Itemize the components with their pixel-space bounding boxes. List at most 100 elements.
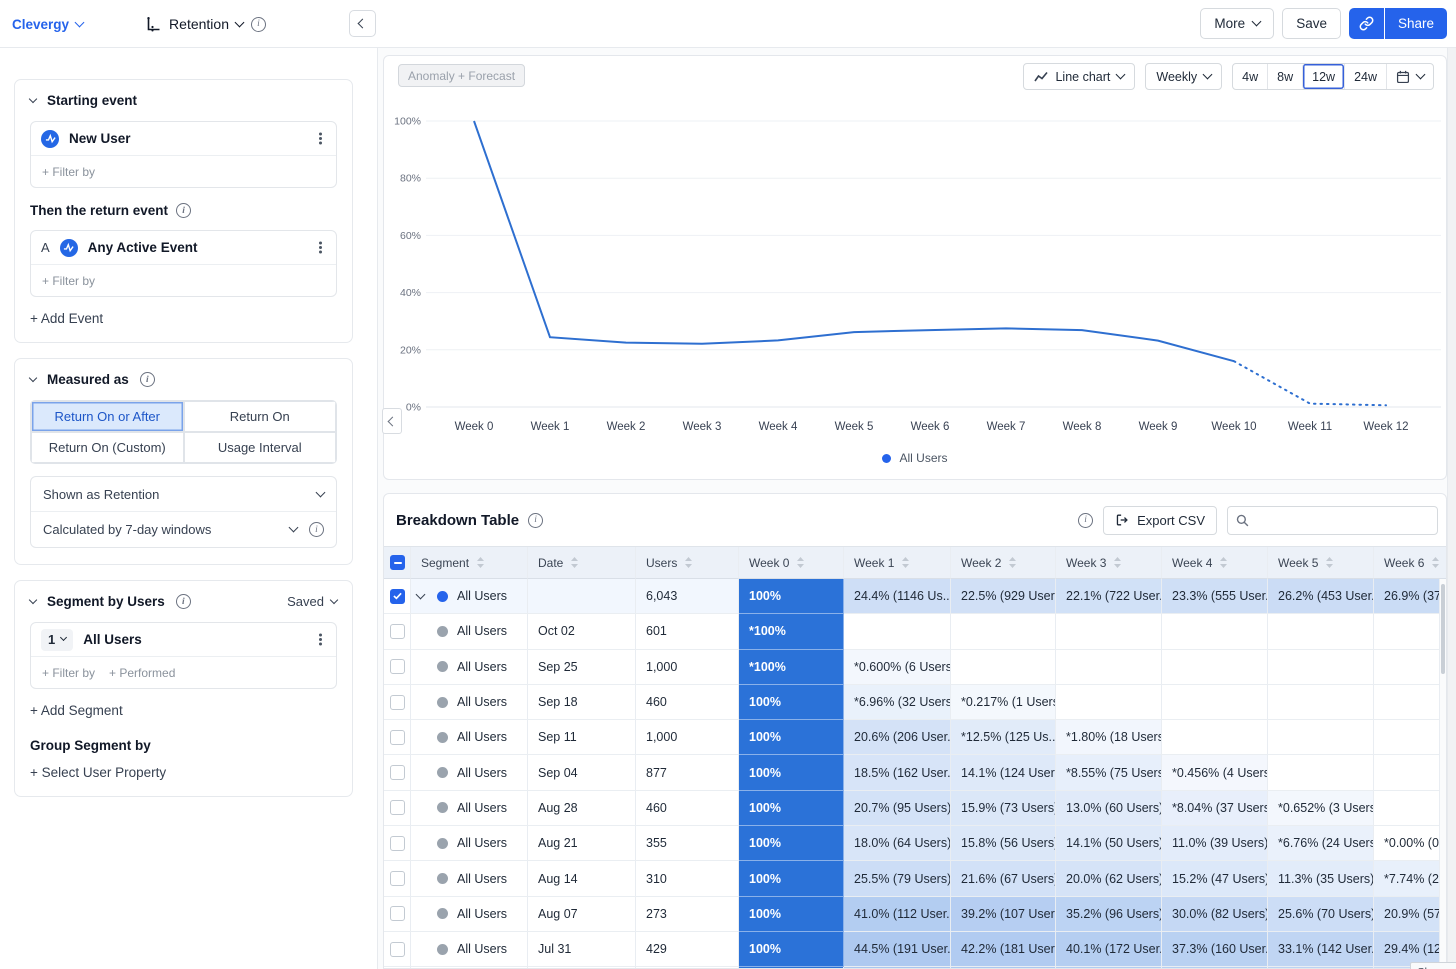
week-3-cell — [1056, 650, 1162, 685]
column-header-week-1[interactable]: Week 1 — [844, 547, 951, 579]
kebab-menu-icon[interactable] — [319, 137, 322, 140]
report-title[interactable]: Retention — [145, 16, 243, 33]
sidebar-collapse-button[interactable] — [349, 10, 376, 37]
measured-as-header[interactable]: Measured asi — [30, 372, 337, 387]
range-button-4w[interactable]: 4w — [1233, 64, 1267, 89]
week-3-cell: 13.0% (60 Users) — [1056, 791, 1162, 826]
column-header-date[interactable]: Date — [528, 547, 636, 579]
table-row[interactable]: All UsersOct 02601*100% — [384, 614, 1446, 649]
chart-legend[interactable]: All Users — [384, 451, 1446, 465]
copy-link-button[interactable] — [1349, 8, 1384, 39]
option-return-on-custom[interactable]: Return On (Custom) — [31, 432, 184, 463]
option-return-on[interactable]: Return On — [184, 401, 337, 432]
filter-by-link[interactable]: + Filter by — [31, 265, 336, 296]
table-row[interactable]: All UsersAug 21355100%18.0% (64 Users)15… — [384, 826, 1446, 861]
table-row[interactable]: All UsersSep 111,000100%20.6% (206 User.… — [384, 720, 1446, 755]
filter-by-link[interactable]: + Filter by — [31, 156, 336, 187]
segment-cell: All Users — [457, 872, 507, 886]
column-header-week-6[interactable]: Week 6 — [1374, 547, 1446, 579]
shown-as-dropdown[interactable]: Shown as Retention — [31, 477, 336, 512]
column-header-users[interactable]: Users — [636, 547, 739, 579]
scrollbar-thumb[interactable] — [1441, 584, 1445, 674]
row-checkbox[interactable] — [390, 942, 405, 957]
info-icon[interactable]: i — [528, 513, 543, 528]
option-return-on-or-after[interactable]: Return On or After — [31, 401, 184, 432]
chart-panel-collapse-handle[interactable] — [382, 408, 402, 434]
interval-dropdown[interactable]: Weekly — [1145, 63, 1222, 90]
range-button-12w[interactable]: 12w — [1302, 64, 1344, 89]
table-scrollbar[interactable] — [1439, 579, 1446, 968]
column-header-week-2[interactable]: Week 2 — [951, 547, 1056, 579]
saved-dropdown[interactable]: Saved — [287, 594, 337, 609]
segment-by-users-header[interactable]: Segment by Usersi Saved — [30, 594, 337, 609]
row-checkbox[interactable] — [390, 765, 405, 780]
row-checkbox[interactable] — [390, 624, 405, 639]
week-2-cell: *0.217% (1 Users) — [951, 685, 1056, 720]
table-row[interactable]: All UsersAug 28460100%20.7% (95 Users)15… — [384, 791, 1446, 826]
column-header-week-4[interactable]: Week 4 — [1162, 547, 1268, 579]
info-icon[interactable]: i — [140, 372, 155, 387]
table-row[interactable]: All UsersAug 07273100%41.0% (112 User...… — [384, 897, 1446, 932]
kebab-menu-icon[interactable] — [319, 638, 322, 641]
export-csv-button[interactable]: Export CSV — [1103, 506, 1217, 535]
select-user-property-link[interactable]: + Select User Property — [30, 765, 337, 780]
column-header-week-5[interactable]: Week 5 — [1268, 547, 1374, 579]
expand-chevron-icon[interactable] — [417, 595, 437, 598]
week-4-cell — [1162, 650, 1268, 685]
workspace-switcher[interactable]: Clevergy — [12, 17, 83, 32]
save-button[interactable]: Save — [1282, 8, 1341, 39]
week-4-cell — [1162, 720, 1268, 755]
column-header-segment[interactable]: Segment — [411, 547, 528, 579]
date-range-picker[interactable] — [1386, 64, 1433, 89]
info-icon[interactable]: i — [1078, 513, 1093, 528]
week-6-cell — [1374, 755, 1446, 790]
filter-by-link[interactable]: + Filter by — [42, 666, 95, 680]
more-button[interactable]: More — [1200, 8, 1274, 39]
row-checkbox[interactable] — [390, 730, 405, 745]
range-button-24w[interactable]: 24w — [1344, 64, 1386, 89]
anomaly-forecast-button[interactable]: Anomaly + Forecast — [398, 64, 525, 87]
table-row[interactable]: All UsersSep 04877100%18.5% (162 User...… — [384, 755, 1446, 790]
row-checkbox[interactable] — [390, 589, 405, 604]
row-checkbox[interactable] — [390, 906, 405, 921]
performed-link[interactable]: + Performed — [109, 666, 175, 680]
segment-row[interactable]: 1 All Users — [31, 623, 336, 657]
table-search[interactable] — [1227, 506, 1438, 535]
row-checkbox[interactable] — [390, 871, 405, 886]
table-row[interactable]: All UsersJul 31429100%44.5% (191 User...… — [384, 932, 1446, 967]
range-button-8w[interactable]: 8w — [1267, 64, 1302, 89]
window-scrollbar[interactable] — [1447, 48, 1456, 969]
info-icon[interactable]: i — [309, 522, 324, 537]
column-header-week-0[interactable]: Week 0 — [739, 547, 844, 579]
table-row[interactable]: All Users6,043100%24.4% (1146 Us...22.5%… — [384, 579, 1446, 614]
starting-event-row[interactable]: New User — [31, 122, 336, 156]
add-segment-link[interactable]: + Add Segment — [30, 703, 337, 718]
table-row[interactable]: All UsersAug 14310100%25.5% (79 Users)21… — [384, 861, 1446, 896]
row-checkbox[interactable] — [390, 695, 405, 710]
add-event-link[interactable]: + Add Event — [30, 311, 337, 326]
share-button[interactable]: Share — [1385, 8, 1447, 39]
starting-event-section-header[interactable]: Starting event — [30, 93, 337, 108]
column-header-week-3[interactable]: Week 3 — [1056, 547, 1162, 579]
return-event-row[interactable]: A Any Active Event — [31, 231, 336, 265]
info-icon[interactable]: i — [176, 594, 191, 609]
breakdown-table-title: Breakdown Table — [396, 512, 519, 529]
chart-type-dropdown[interactable]: Line chart — [1023, 63, 1135, 90]
info-icon[interactable]: i — [176, 203, 191, 218]
week-3-cell: 20.0% (62 Users) — [1056, 861, 1162, 896]
week-0-cell: 100% — [739, 861, 844, 896]
option-usage-interval[interactable]: Usage Interval — [184, 432, 337, 463]
segment-index-chip[interactable]: 1 — [41, 629, 73, 651]
table-row[interactable]: All UsersSep 251,000*100%*0.600% (6 User… — [384, 650, 1446, 685]
table-row[interactable]: All UsersSep 18460100%*6.96% (32 Users)*… — [384, 685, 1446, 720]
week-2-cell: 42.2% (181 User... — [951, 932, 1056, 967]
kebab-menu-icon[interactable] — [319, 246, 322, 249]
row-checkbox[interactable] — [390, 659, 405, 674]
search-input[interactable] — [1255, 513, 1429, 527]
row-checkbox[interactable] — [390, 836, 405, 851]
info-icon[interactable]: i — [251, 17, 266, 32]
row-checkbox[interactable] — [390, 800, 405, 815]
week-4-cell — [1162, 614, 1268, 649]
select-all-checkbox[interactable] — [390, 555, 405, 570]
calculated-by-dropdown[interactable]: Calculated by 7-day windowsi — [31, 512, 336, 547]
